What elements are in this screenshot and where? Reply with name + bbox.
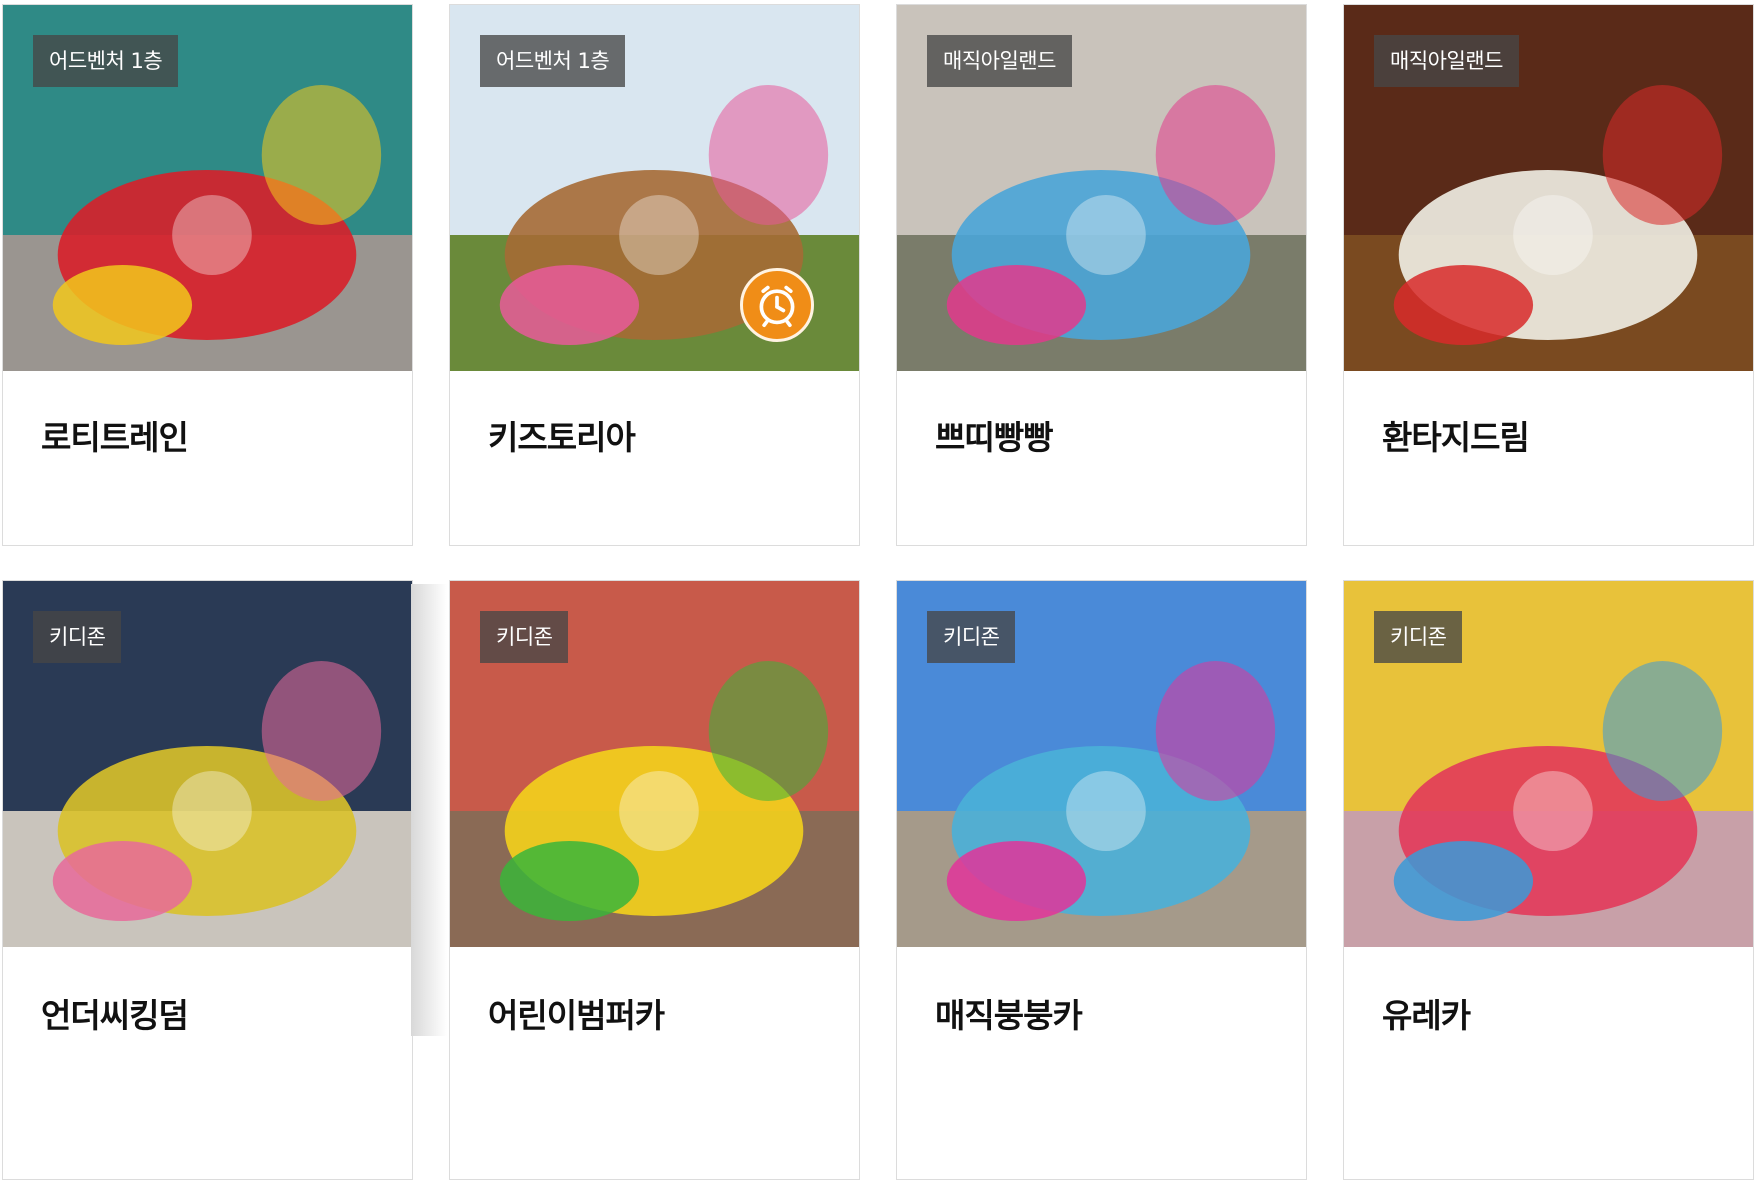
- attraction-photo: 매직아일랜드: [1344, 5, 1753, 371]
- attraction-card[interactable]: 키디존 유레카: [1343, 580, 1754, 1180]
- attraction-card[interactable]: 어드벤처 1층 로티트레인: [2, 4, 413, 546]
- card-hover-shadow: [411, 584, 447, 1036]
- location-badge: 키디존: [480, 611, 569, 663]
- location-badge: 어드벤처 1층: [480, 35, 626, 87]
- attraction-photo: 키디존: [1344, 581, 1753, 947]
- attraction-photo: 키디존: [897, 581, 1306, 947]
- attraction-photo: 키디존: [450, 581, 859, 947]
- attraction-title: 쁘띠빵빵: [935, 418, 1053, 457]
- attraction-grid: 어드벤처 1층 로티트레인 어드벤처 1층 키즈토리아 매직아일랜드 쁘띠빵빵 …: [2, 4, 1754, 1180]
- alarm-clock-icon: [740, 268, 814, 342]
- attraction-card[interactable]: 키디존 언더씨킹덤: [2, 580, 413, 1180]
- attraction-card[interactable]: 키디존 매직붕붕카: [896, 580, 1307, 1180]
- attraction-title: 어린이범퍼카: [488, 996, 665, 1035]
- attraction-photo: 어드벤처 1층: [3, 5, 412, 371]
- attraction-title: 키즈토리아: [488, 418, 636, 457]
- attraction-photo: 키디존: [3, 581, 412, 947]
- attraction-card[interactable]: 매직아일랜드 쁘띠빵빵: [896, 4, 1307, 546]
- attraction-photo: 어드벤처 1층: [450, 5, 859, 371]
- attraction-photo: 매직아일랜드: [897, 5, 1306, 371]
- attraction-card[interactable]: 매직아일랜드 환타지드림: [1343, 4, 1754, 546]
- location-badge: 매직아일랜드: [1374, 35, 1519, 87]
- attraction-title: 환타지드림: [1382, 418, 1530, 457]
- attraction-title: 매직붕붕카: [935, 996, 1083, 1035]
- location-badge: 키디존: [1374, 611, 1463, 663]
- attraction-card[interactable]: 키디존 어린이범퍼카: [449, 580, 860, 1180]
- attraction-title: 언더씨킹덤: [41, 996, 189, 1035]
- attraction-title: 로티트레인: [41, 418, 189, 457]
- attraction-card[interactable]: 어드벤처 1층 키즈토리아: [449, 4, 860, 546]
- attraction-title: 유레카: [1382, 996, 1471, 1035]
- location-badge: 키디존: [33, 611, 122, 663]
- location-badge: 어드벤처 1층: [33, 35, 179, 87]
- location-badge: 키디존: [927, 611, 1016, 663]
- location-badge: 매직아일랜드: [927, 35, 1072, 87]
